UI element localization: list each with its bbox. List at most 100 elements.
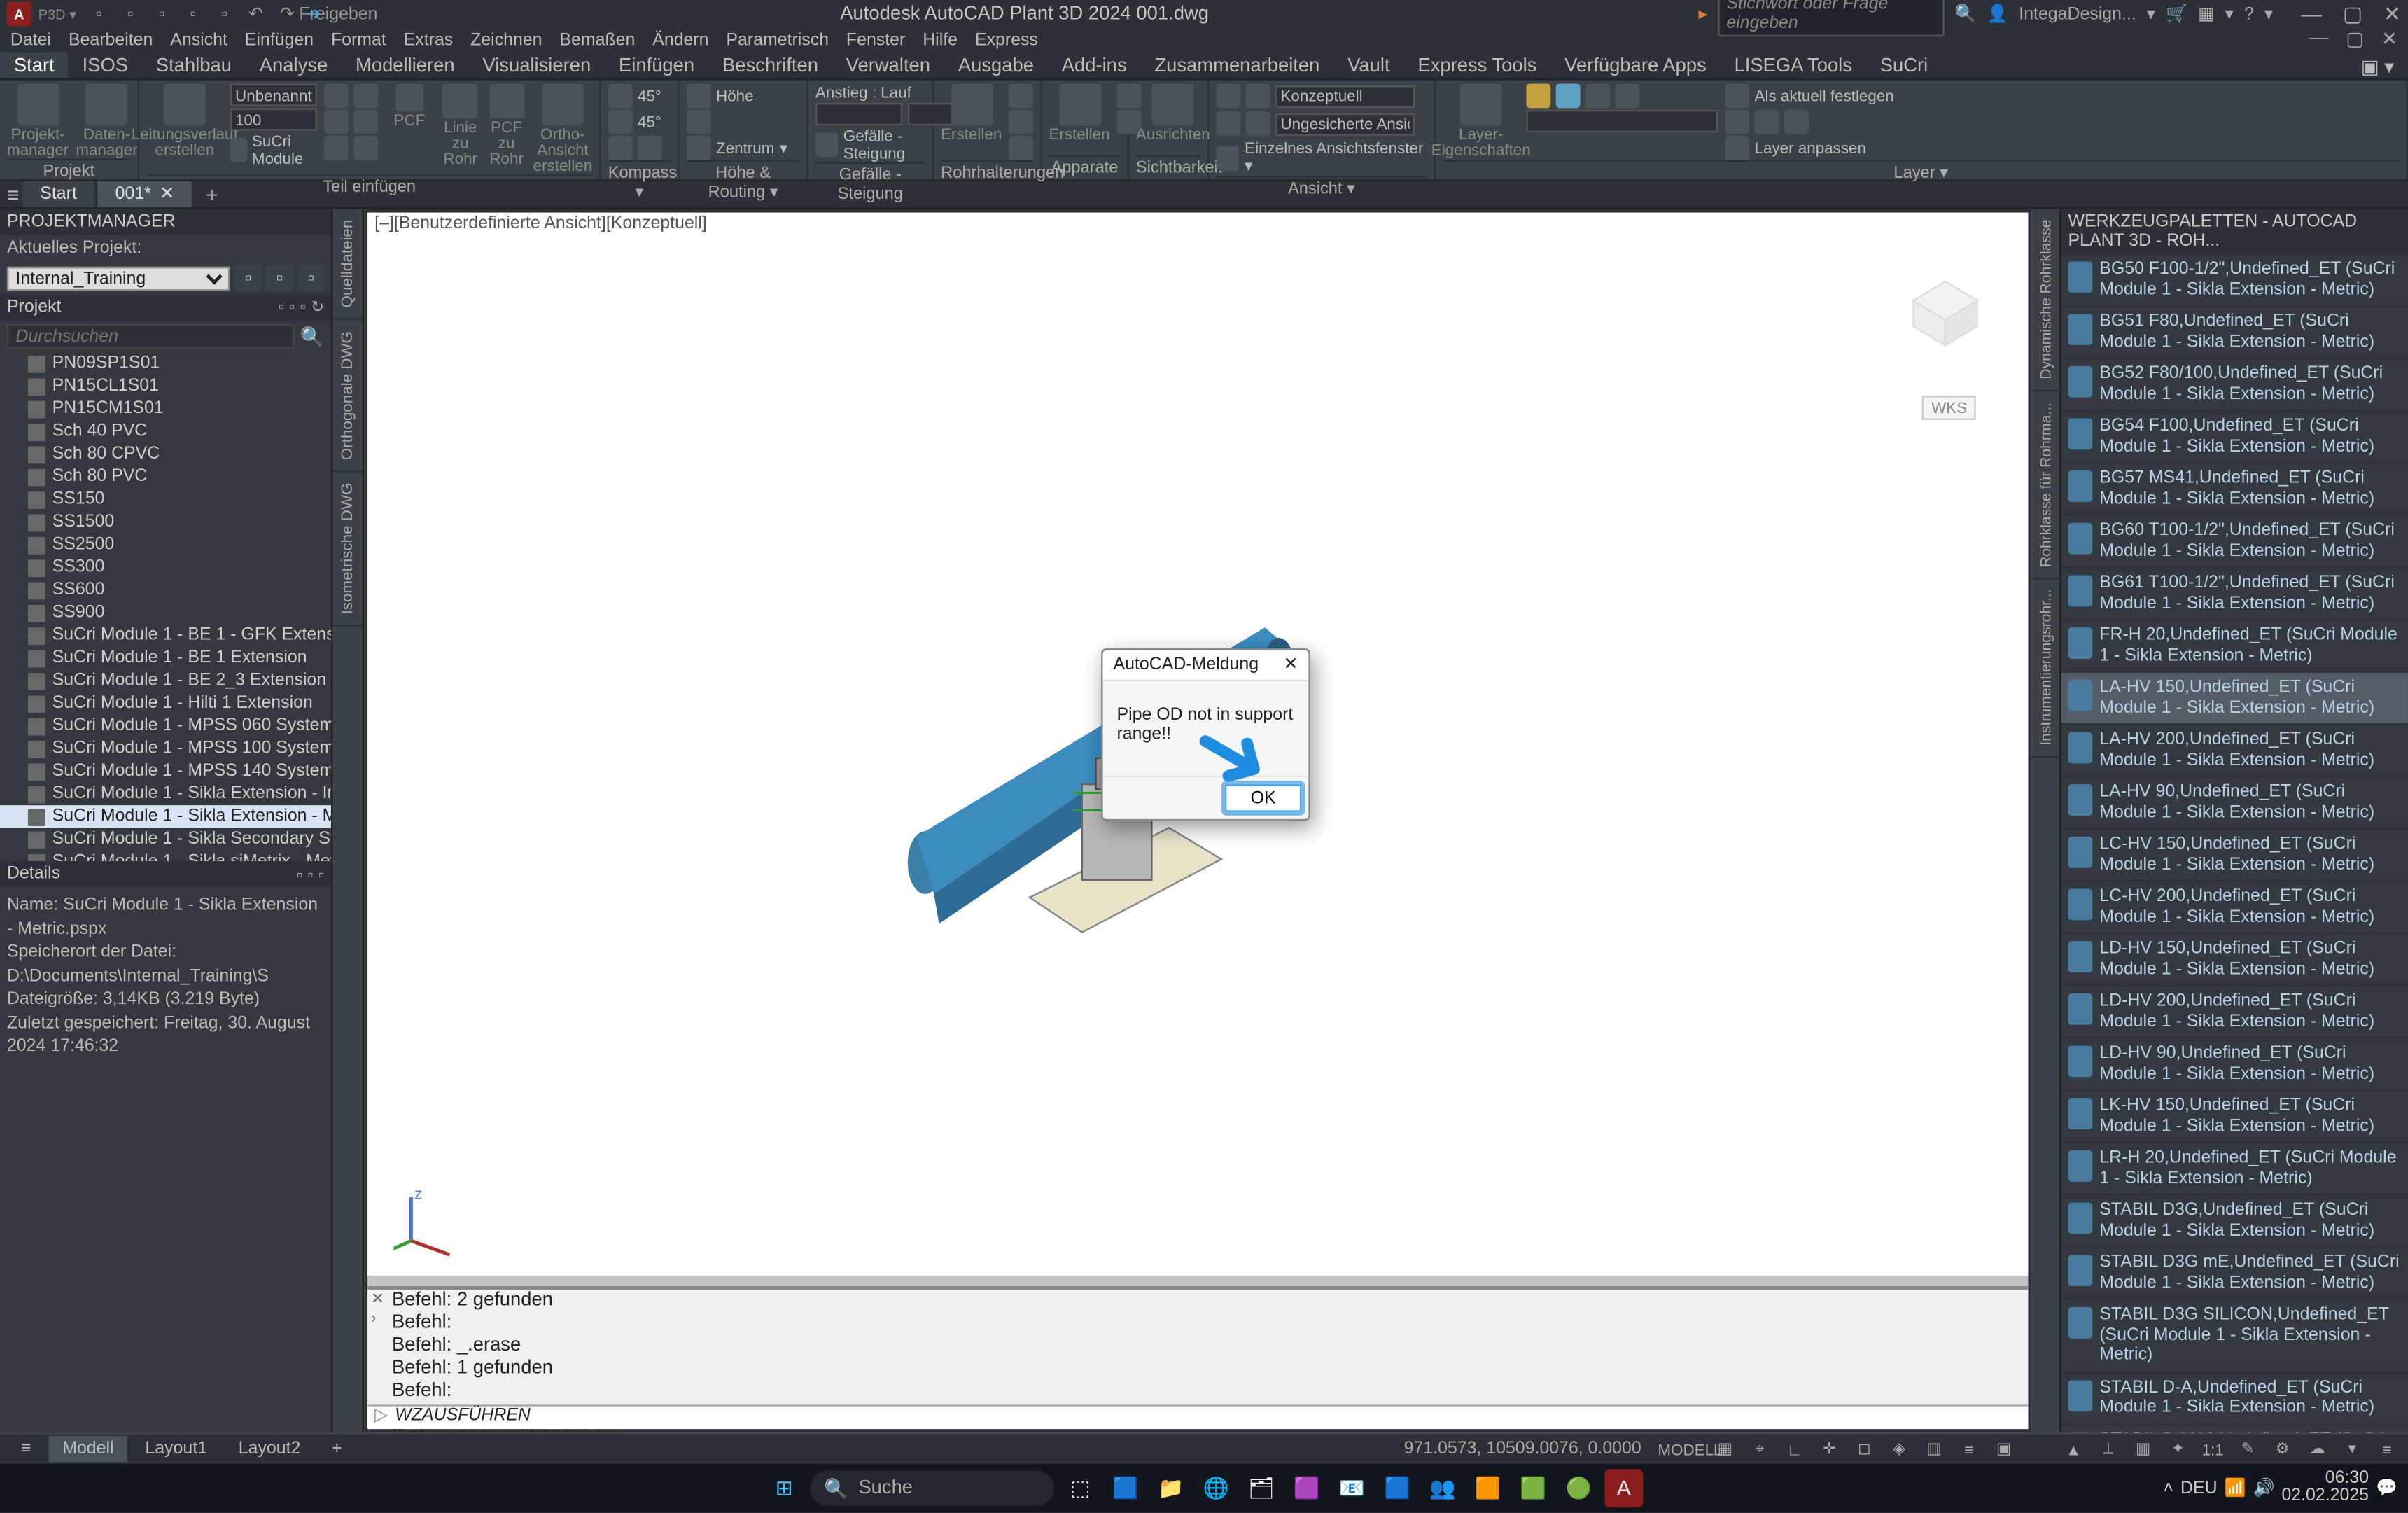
pm-icon3[interactable]: ▫ <box>298 265 324 291</box>
pm-icon1[interactable]: ▫ <box>235 265 261 291</box>
palette-item[interactable]: BG57 MS41,Undefined_ET (SuCri Module 1 -… <box>2062 463 2408 516</box>
tree-node[interactable]: SuCri Module 1 - Sikla Extension - Metri… <box>0 805 331 828</box>
sb-custom-icon[interactable]: ≡ <box>2373 1437 2401 1461</box>
ph-icon-1[interactable]: ▫ <box>279 298 284 317</box>
tray-lang[interactable]: DEU <box>2180 1479 2218 1498</box>
doc-max-icon[interactable]: ▢ <box>2346 28 2364 50</box>
sucri-module-button[interactable]: SuCri Module <box>230 132 317 167</box>
tray-notif-icon[interactable]: 💬 <box>2376 1479 2398 1498</box>
palette-item[interactable]: LC-HV 150,Undefined_ET (SuCri Module 1 -… <box>2062 830 2408 882</box>
view-cube-icon[interactable] <box>1898 253 1994 349</box>
user-icon[interactable]: 👤 <box>1987 4 2008 23</box>
ribbon-tab-verfügbare-apps[interactable]: Verfügbare Apps <box>1550 53 1720 78</box>
rohrhalt-erstellen-button[interactable]: Erstellen <box>941 83 1002 143</box>
palette-item[interactable]: LD-HV 90,Undefined_ET (SuCri Module 1 - … <box>2062 1039 2408 1092</box>
leitungsverlauf-button[interactable]: Leitungsverlauf erstellen <box>146 83 223 158</box>
ribbon-tab-isos[interactable]: ISOS <box>69 53 142 78</box>
datenmanager-button[interactable]: Daten-manager <box>76 83 137 158</box>
help-icon[interactable]: ? <box>2244 4 2254 23</box>
user-label[interactable]: IntegaDesign... <box>2019 4 2136 23</box>
ribbon-tab-stahlbau[interactable]: Stahlbau <box>142 53 246 78</box>
sb-scale[interactable]: 1:1 <box>2199 1437 2227 1461</box>
palette-item[interactable]: STABIL D3G SILICON,Undefined_ET (SuCri M… <box>2062 1300 2408 1372</box>
visual-style-select[interactable] <box>1275 85 1415 107</box>
taskbar-search-input[interactable]: 🔍Suche <box>810 1471 1054 1506</box>
tray-chevron-icon[interactable]: ˄ <box>2163 1479 2174 1498</box>
dialog-ok-button[interactable]: OK <box>1225 784 1302 812</box>
apps-icon[interactable]: ▦ <box>2198 4 2215 23</box>
ribbon-tab-express-tools[interactable]: Express Tools <box>1404 53 1551 78</box>
projekt-search-icon[interactable]: 🔍 <box>300 325 324 347</box>
sb-grid-icon[interactable]: ▦ <box>1711 1437 1739 1461</box>
tb-edge-icon[interactable]: 🟦 <box>1107 1469 1145 1507</box>
menu-extras[interactable]: Extras <box>404 31 454 50</box>
palette-item[interactable]: BG54 F100,Undefined_ET (SuCri Module 1 -… <box>2062 411 2408 463</box>
ribbon-tab-verwalten[interactable]: Verwalten <box>832 53 944 78</box>
tb-app2-icon[interactable]: 🟦 <box>1378 1469 1417 1507</box>
close-button[interactable]: ✕ <box>2384 1 2401 26</box>
palette-item[interactable]: LA-HV 90,Undefined_ET (SuCri Module 1 - … <box>2062 777 2408 830</box>
tree-node[interactable]: PN09SP1S01 <box>0 352 331 375</box>
palette-item[interactable]: STABIL D-M16,Undefined_ET (SuCri Module … <box>2062 1425 2408 1432</box>
sb-polar-icon[interactable]: ✛ <box>1816 1437 1844 1461</box>
tab-modell[interactable]: Modell <box>48 1436 127 1462</box>
palette-item[interactable]: BG61 T100-1/2",Undefined_ET (SuCri Modul… <box>2062 568 2408 620</box>
palette-item[interactable]: STABIL D3G mE,Undefined_ET (SuCri Module… <box>2062 1248 2408 1300</box>
ribbon-tab-visualisieren[interactable]: Visualisieren <box>469 53 606 78</box>
tb-teams-icon[interactable]: 👥 <box>1424 1469 1462 1507</box>
tb-explorer-icon[interactable]: 📁 <box>1152 1469 1190 1507</box>
dt-ico3[interactable]: ▫ <box>318 865 324 883</box>
qat-redo-icon[interactable]: ↷ <box>275 1 300 26</box>
palette-item[interactable]: LK-HV 150,Undefined_ET (SuCri Module 1 -… <box>2062 1091 2408 1143</box>
menu-format[interactable]: Format <box>331 31 386 50</box>
tb-taskview-icon[interactable]: ⬚ <box>1061 1469 1100 1507</box>
ribbon-tab-add-ins[interactable]: Add-ins <box>1048 53 1141 78</box>
sb-cloud-icon[interactable]: ☁ <box>2304 1437 2332 1461</box>
ribbon-tab-zusammenarbeiten[interactable]: Zusammenarbeiten <box>1141 53 1334 78</box>
menu-hilfe[interactable]: Hilfe <box>923 31 958 50</box>
palette-item[interactable]: BG50 F100-1/2",Undefined_ET (SuCri Modul… <box>2062 254 2408 307</box>
ribbon-tab-vault[interactable]: Vault <box>1334 53 1404 78</box>
sb-gear-icon[interactable]: ⚙ <box>2269 1437 2297 1461</box>
tree-node[interactable]: PN15CL1S01 <box>0 375 331 397</box>
tray-volume-icon[interactable]: 🔊 <box>2253 1479 2274 1498</box>
sb-trans-icon[interactable]: ▣ <box>1990 1437 2018 1461</box>
qat-new-icon[interactable]: ▫ <box>87 1 111 26</box>
sb-osnap-icon[interactable]: ◻ <box>1850 1437 1878 1461</box>
pal-vtab[interactable]: Rohrklasse für Rohrma... <box>2031 391 2059 579</box>
linie-zu-rohr-button[interactable]: Linie zu Rohr <box>441 83 480 167</box>
view-controls-label[interactable]: [–][Benutzerdefinierte Ansicht][Konzeptu… <box>368 213 2028 235</box>
menu-parametrisch[interactable]: Parametrisch <box>726 31 829 50</box>
pal-vtab[interactable]: Dynamische Rohrklasse <box>2031 209 2059 391</box>
ribbon-tab-start[interactable]: Start <box>0 53 69 78</box>
ribbon-tab-analyse[interactable]: Analyse <box>246 53 342 78</box>
ribbon-tab-ausgabe[interactable]: Ausgabe <box>944 53 1048 78</box>
ribbon-tab-sucri[interactable]: SuCri <box>1866 53 1942 78</box>
tab-layout1[interactable]: Layout1 <box>131 1436 220 1462</box>
canvas-scrollbar[interactable] <box>368 1276 2028 1286</box>
spec-select[interactable] <box>230 83 317 106</box>
tb-chrome-icon[interactable]: 🌐 <box>1197 1469 1236 1507</box>
pcf-zu-rohr-button[interactable]: PCF zu Rohr <box>487 83 526 167</box>
pm-icon2[interactable]: ▫ <box>267 265 293 291</box>
ribbon-tab-lisega-tools[interactable]: LISEGA Tools <box>1721 53 1866 78</box>
projekt-search-input[interactable] <box>7 324 295 349</box>
sb-lwt-icon[interactable]: ≡ <box>1955 1437 1983 1461</box>
sb-ucs-icon[interactable]: ⟂ <box>2094 1437 2122 1461</box>
tree-node[interactable]: SuCri Module 1 - MPSS 140 Systemteile <box>0 760 331 782</box>
menu-datei[interactable]: Datei <box>10 31 51 50</box>
qat-undo-icon[interactable]: ↶ <box>244 1 268 26</box>
tree-node[interactable]: SuCri Module 1 - MPSS 060 Systemteile <box>0 715 331 737</box>
start-icon[interactable]: ⊞ <box>765 1469 804 1507</box>
tree-node[interactable]: SuCri Module 1 - Hilti 1 Extension <box>0 692 331 714</box>
sb-gizmo-icon[interactable]: ✦ <box>2164 1437 2192 1461</box>
menu-fenster[interactable]: Fenster <box>846 31 905 50</box>
als-aktuell-button[interactable]: Als aktuell festlegen <box>1725 83 1894 108</box>
current-project-select[interactable]: Internal_Training <box>7 266 230 291</box>
tree-node[interactable]: Sch 40 PVC <box>0 420 331 442</box>
tree-node[interactable]: SuCri Module 1 - BE 1 - GFK Extension <box>0 624 331 646</box>
menu-ansicht[interactable]: Ansicht <box>170 31 227 50</box>
palette-item[interactable]: FR-H 20,Undefined_ET (SuCri Module 1 - S… <box>2062 620 2408 673</box>
pcf-button[interactable]: PCF <box>385 83 434 129</box>
qat-saveas-icon[interactable]: ▫ <box>181 1 205 26</box>
